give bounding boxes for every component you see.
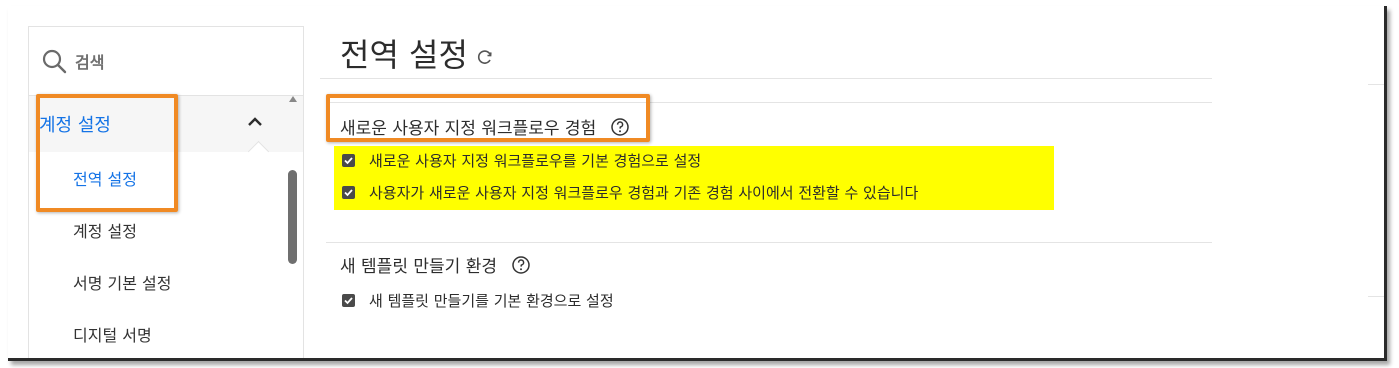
- checkbox-checked-icon[interactable]: [342, 154, 355, 167]
- page-header: 전역 설정: [340, 30, 494, 76]
- section-divider: [326, 242, 1212, 243]
- option-default-template-creation[interactable]: 새 템플릿 만들기를 기본 환경으로 설정: [342, 290, 614, 311]
- callout-box-account-settings: [36, 94, 178, 212]
- option-default-custom-workflow[interactable]: 새로운 사용자 지정 워크플로우를 기본 경험으로 설정: [342, 150, 701, 171]
- sidebar-item-label: 서명 기본 설정: [73, 274, 172, 293]
- chevron-up-icon[interactable]: [247, 116, 263, 128]
- callout-box-custom-workflow: [326, 94, 650, 142]
- refresh-icon[interactable]: [476, 48, 494, 66]
- checkbox-checked-icon[interactable]: [342, 294, 355, 307]
- sidebar-item-label: 디지털 서명: [73, 326, 152, 345]
- app-window: 검색 계정 설정 전역 설정 계정 설정 서명 기본 설정 디지털 서명 전역 …: [8, 6, 1387, 361]
- page-title: 전역 설정: [340, 36, 468, 74]
- section-title-text: 새 템플릿 만들기 환경: [340, 257, 497, 277]
- checkbox-checked-icon[interactable]: [342, 186, 355, 199]
- right-edge-divider: [1368, 296, 1384, 297]
- sidebar-item-digital-signatures[interactable]: 디지털 서명: [29, 308, 303, 358]
- option-label: 사용자가 새로운 사용자 지정 워크플로우 경험과 기존 경험 사이에서 전환할…: [369, 184, 919, 202]
- section-title-template-creation: 새 템플릿 만들기 환경: [340, 252, 531, 277]
- help-icon[interactable]: [511, 255, 531, 275]
- option-allow-switch-experience[interactable]: 사용자가 새로운 사용자 지정 워크플로우 경험과 기존 경험 사이에서 전환할…: [342, 182, 918, 203]
- search-box[interactable]: 검색: [29, 27, 303, 96]
- search-placeholder: 검색: [75, 53, 105, 72]
- title-divider: [320, 78, 1212, 79]
- scroll-up-arrow-icon[interactable]: [289, 96, 297, 102]
- sidebar-item-label: 계정 설정: [73, 222, 137, 241]
- option-label: 새 템플릿 만들기를 기본 환경으로 설정: [369, 292, 614, 310]
- search-icon: [42, 49, 67, 74]
- sidebar-item-signature-preferences[interactable]: 서명 기본 설정: [29, 256, 303, 308]
- option-label: 새로운 사용자 지정 워크플로우를 기본 경험으로 설정: [369, 152, 702, 170]
- sidebar-scrollbar-thumb[interactable]: [288, 170, 297, 264]
- right-edge-divider: [1368, 84, 1384, 85]
